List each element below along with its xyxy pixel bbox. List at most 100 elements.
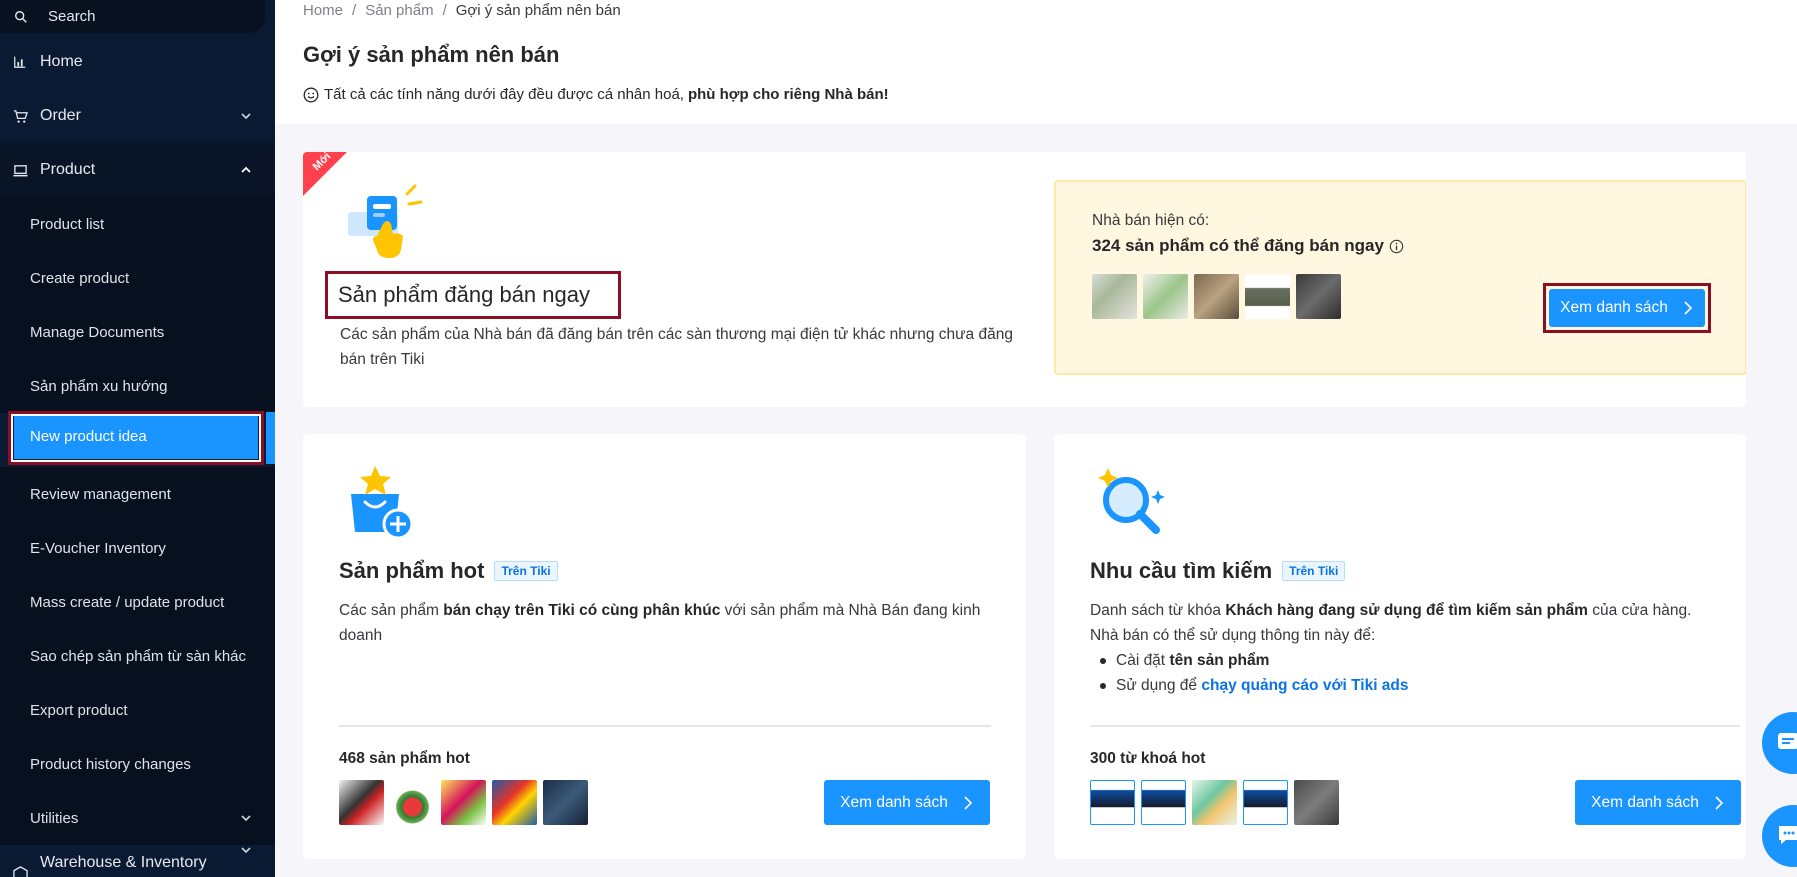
chat-float-button[interactable]	[1762, 805, 1797, 867]
ready-to-sell-card: Mới Sản phẩm đăng bán ngay Các sản phẩm …	[303, 152, 1746, 407]
product-thumbnail[interactable]	[339, 780, 384, 825]
sidebar-item-review-management[interactable]: Review management	[0, 467, 275, 521]
smile-icon	[303, 87, 319, 102]
chevron-right-icon	[1715, 795, 1723, 810]
sidebar-item-utilities[interactable]: Utilities	[0, 791, 275, 845]
sidebar-item-new-product-idea[interactable]: New product idea	[14, 413, 258, 459]
hot-products-card: Sản phẩm hot Trên Tiki Các sản phẩm bán …	[303, 434, 1026, 859]
chart-icon	[12, 54, 28, 70]
hot-card-title-row: Sản phẩm hot Trên Tiki	[339, 558, 558, 584]
hot-thumbnails	[339, 780, 588, 825]
breadcrumb-product[interactable]: Sản phẩm	[365, 2, 433, 19]
product-thumbnail[interactable]	[492, 780, 537, 825]
chat-list-icon	[1778, 733, 1797, 749]
desc-line: Nhà bán có thể sử dụng thông tin này để:	[1090, 627, 1376, 644]
divider	[1090, 725, 1740, 727]
breadcrumb: Home / Sản phẩm / Gợi ý sản phẩm nên bán	[303, 2, 621, 19]
keyword-thumbnails	[1090, 780, 1339, 825]
search-view-list-button[interactable]: Xem danh sách	[1575, 780, 1741, 825]
product-thumbnail[interactable]	[1294, 780, 1339, 825]
sidebar-search[interactable]: Search	[0, 0, 265, 33]
product-thumbnail[interactable]	[1092, 274, 1137, 319]
sidebar-item-export-product[interactable]: Export product	[0, 683, 275, 737]
product-thumbnail[interactable]	[1192, 780, 1237, 825]
product-thumbnail[interactable]	[441, 780, 486, 825]
search-card-title: Nhu cầu tìm kiếm	[1090, 558, 1273, 583]
bullet-bold: tên sản phẩm	[1169, 652, 1270, 669]
info-icon[interactable]	[1389, 239, 1404, 254]
page-header: Home / Sản phẩm / Gợi ý sản phẩm nên bán Gợi…	[275, 0, 1797, 124]
sidebar-item-product-history[interactable]: Product history changes	[0, 737, 275, 791]
sidebar-item-trending-products[interactable]: Sản phẩm xu hướng	[0, 359, 275, 413]
breadcrumb-separator: /	[352, 2, 357, 19]
tiki-badge: Trên Tiki	[1282, 561, 1346, 581]
divider	[339, 725, 991, 727]
product-thumbnail[interactable]	[543, 780, 588, 825]
sidebar-item-label: Utilities	[30, 809, 79, 827]
search-count: 300 từ khoá hot	[1090, 750, 1206, 767]
chevron-up-icon	[241, 166, 251, 173]
ready-count: 324 sản phẩm có thể đăng bán ngay	[1092, 236, 1384, 255]
bullet-text: Sử dụng để	[1116, 677, 1198, 694]
breadcrumb-separator: /	[442, 2, 447, 19]
hot-count: 468 sản phẩm hot	[339, 750, 470, 767]
sidebar-item-label: Product	[40, 161, 96, 178]
breadcrumb-current: Gợi ý sản phẩm nên bán	[455, 2, 621, 19]
hot-view-list-button[interactable]: Xem danh sách	[824, 780, 990, 825]
button-label: Xem danh sách	[1560, 299, 1668, 316]
sidebar: Search Home Order Product Product list C…	[0, 0, 275, 877]
feedback-float-button[interactable]	[1762, 712, 1797, 774]
desc-text: của cửa hàng.	[1592, 602, 1692, 619]
sidebar-item-label: Order	[40, 107, 81, 124]
product-thumbnail[interactable]	[1296, 274, 1341, 319]
hot-card-title: Sản phẩm hot	[339, 558, 485, 583]
cart-icon	[12, 108, 28, 124]
product-thumbnail[interactable]	[1090, 780, 1135, 825]
sidebar-item-home[interactable]: Home	[0, 35, 275, 89]
panel-label: Nhà bán hiện có:	[1092, 212, 1210, 229]
product-thumbnail[interactable]	[1194, 274, 1239, 319]
sidebar-item-mass-create[interactable]: Mass create / update product	[0, 575, 275, 629]
list-item: Sử dụng để chạy quảng cáo với Tiki ads	[1090, 673, 1720, 698]
product-thumbnail[interactable]	[390, 780, 435, 825]
search-card-description: Danh sách từ khóa Khách hàng đang sử dụn…	[1090, 598, 1720, 698]
ready-card-title-highlight: Sản phẩm đăng bán ngay	[325, 271, 621, 319]
product-thumbnail[interactable]	[1143, 274, 1188, 319]
ready-card-description: Các sản phẩm của Nhà bán đã đăng bán trê…	[340, 326, 1013, 368]
warehouse-icon	[12, 864, 28, 877]
desc-text: Các sản phẩm	[339, 602, 439, 619]
new-ribbon: Mới	[303, 152, 347, 196]
ready-products-panel: Nhà bán hiện có: 324 sản phẩm có thể đăn…	[1054, 180, 1746, 375]
sidebar-item-warehouse[interactable]: Warehouse & Inventory	[0, 845, 275, 877]
search-card-title-row: Nhu cầu tìm kiếm Trên Tiki	[1090, 558, 1346, 584]
shopping-bag-star-icon	[351, 466, 414, 540]
search-demand-card: Nhu cầu tìm kiếm Trên Tiki Danh sách từ …	[1054, 434, 1746, 859]
tiki-badge: Trên Tiki	[494, 561, 558, 581]
product-thumbnail[interactable]	[1245, 274, 1290, 319]
chevron-right-icon	[964, 795, 972, 810]
product-thumbnail[interactable]	[1141, 780, 1186, 825]
panel-count: 324 sản phẩm có thể đăng bán ngay	[1092, 236, 1404, 256]
ready-view-list-button[interactable]: Xem danh sách	[1549, 289, 1705, 327]
desc-bold: Khách hàng đang sử dụng để tìm kiếm sản …	[1225, 602, 1588, 619]
usage-list: Cài đặt tên sản phẩm Sử dụng để chạy quả…	[1090, 648, 1720, 698]
desc-bold: bán chạy trên Tiki có cùng phân khúc	[443, 602, 721, 619]
tap-hand-icon	[348, 184, 423, 258]
page-title: Gợi ý sản phẩm nên bán	[303, 42, 560, 67]
sidebar-item-product-list[interactable]: Product list	[0, 197, 275, 251]
product-thumbnail[interactable]	[1243, 780, 1288, 825]
sidebar-item-evoucher-inventory[interactable]: E-Voucher Inventory	[0, 521, 275, 575]
subtitle-bold: phù hợp cho riêng Nhà bán!	[687, 86, 889, 103]
magnifier-sparkle-icon	[1098, 468, 1165, 534]
breadcrumb-home[interactable]: Home	[303, 2, 343, 19]
tiki-ads-link[interactable]: chạy quảng cáo với Tiki ads	[1201, 677, 1408, 694]
sidebar-item-copy-products[interactable]: Sao chép sản phẩm từ sàn khác	[0, 629, 275, 683]
sidebar-item-manage-documents[interactable]: Manage Documents	[0, 305, 275, 359]
sidebar-item-product[interactable]: Product	[0, 143, 275, 197]
hot-card-description: Các sản phẩm bán chạy trên Tiki có cùng …	[339, 598, 999, 648]
ready-card-title: Sản phẩm đăng bán ngay	[338, 282, 590, 307]
sidebar-item-order[interactable]: Order	[0, 89, 275, 143]
chat-bubble-icon	[1779, 826, 1797, 844]
sidebar-item-create-product[interactable]: Create product	[0, 251, 275, 305]
sidebar-item-label: Home	[40, 53, 83, 70]
